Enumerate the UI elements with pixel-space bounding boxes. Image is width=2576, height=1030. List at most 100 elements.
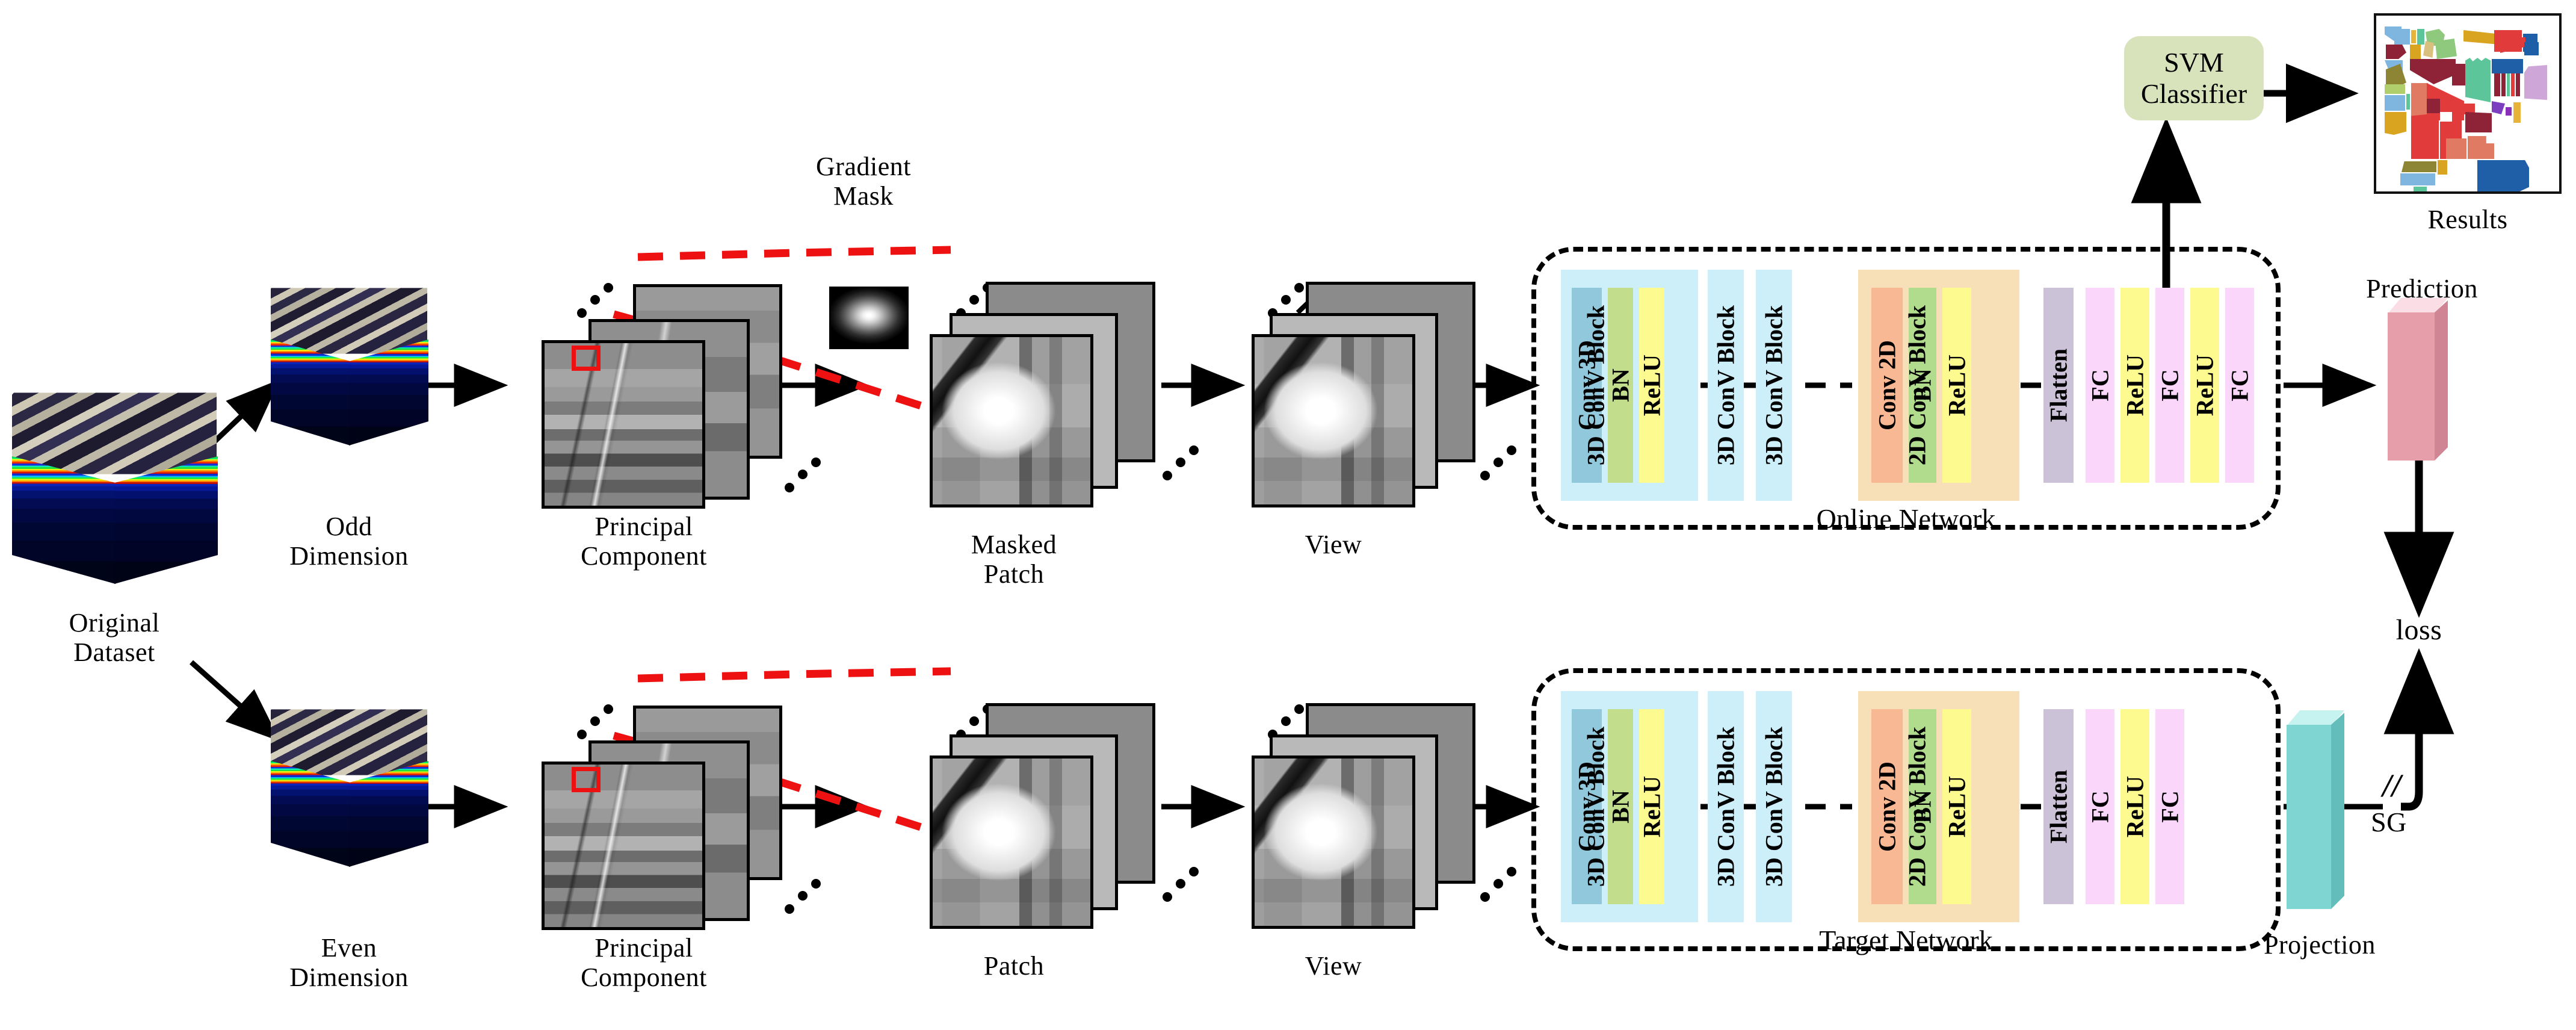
principal-component-label-top: Principal Component	[581, 512, 707, 571]
target-conv3d-block-2[interactable]: 3D ConV Block	[1708, 691, 1744, 922]
bar-label: FC	[2156, 369, 2184, 402]
projection-bar[interactable]	[2287, 710, 2344, 909]
result-region	[2452, 64, 2465, 85]
prediction-bar[interactable]	[2388, 298, 2448, 461]
masked-patch-label: Masked Patch	[971, 530, 1057, 589]
bar-relu[interactable]: ReLU	[1639, 288, 1666, 483]
result-region	[2507, 73, 2510, 96]
group-label-3d-conv-block: 3D ConV Block	[1760, 305, 1788, 465]
cube-spectral-right	[349, 340, 428, 445]
target-bar-fc-1[interactable]: FC	[2086, 709, 2114, 904]
target-conv3d-block-1[interactable]: Conv 3D BN ReLU 3D ConV Block	[1561, 691, 1698, 922]
online-conv2d-block[interactable]: Conv 2D BN ReLU 2D ConV Block	[1858, 270, 2019, 501]
ellipsis-dots-icon	[1160, 445, 1202, 482]
online-bar-relu-2[interactable]: ReLU	[2190, 288, 2219, 483]
bar-conv-2d[interactable]: Conv 2D	[1871, 288, 1903, 483]
even-dimension-label: Even Dimension	[289, 933, 409, 993]
bar-label: ReLU	[1638, 775, 1666, 838]
view-sheet-1-bottom[interactable]	[1252, 755, 1415, 929]
result-region	[2492, 59, 2523, 73]
result-region	[2516, 73, 2520, 96]
view-sheet-1-top[interactable]	[1252, 334, 1415, 507]
result-region	[2411, 30, 2416, 43]
svm-classifier-box[interactable]: SVM Classifier	[2124, 36, 2264, 120]
stop-gradient-slash-icon: //	[2382, 768, 2401, 804]
result-region	[2386, 45, 2406, 59]
online-conv3d-block-2[interactable]: 3D ConV Block	[1708, 270, 1744, 501]
bar-label: BN	[1607, 790, 1634, 824]
cube-top-rgb	[12, 392, 217, 474]
bar-label: Flatten	[2045, 348, 2072, 423]
pc-selection-box-top[interactable]	[572, 346, 601, 371]
patch-sheet-1[interactable]	[930, 755, 1093, 929]
bar-relu[interactable]: ReLU	[1942, 288, 1971, 483]
ellipsis-dots-icon	[1478, 445, 1520, 482]
even-dimension-cube	[271, 704, 427, 867]
ellipsis-dots-icon	[1478, 867, 1520, 903]
online-bar-relu-1[interactable]: ReLU	[2120, 288, 2149, 483]
result-region	[2435, 39, 2457, 59]
principal-component-sheet-1-bottom[interactable]	[542, 762, 705, 930]
bar-relu[interactable]: ReLU	[1638, 709, 1666, 904]
cube-spectral-right	[349, 761, 428, 867]
group-label-3d-conv-block: 3D ConV Block	[1760, 727, 1788, 887]
ellipsis-dots-icon	[575, 704, 617, 740]
result-region	[2501, 73, 2506, 96]
bar-label: ReLU	[2121, 775, 2149, 838]
target-bar-relu-1[interactable]: ReLU	[2120, 709, 2149, 904]
bar-label: Flatten	[2045, 769, 2072, 844]
result-region	[2385, 112, 2406, 135]
pc-selection-box-bottom[interactable]	[572, 767, 601, 792]
online-bar-flatten[interactable]: Flatten	[2043, 288, 2074, 483]
result-region	[2477, 160, 2529, 191]
online-bar-fc-1[interactable]: FC	[2086, 288, 2114, 483]
result-region	[2465, 58, 2491, 102]
result-region	[2446, 138, 2466, 159]
bar-bn[interactable]: BN	[1607, 288, 1634, 483]
odd-dimension-cube	[271, 283, 427, 445]
prediction-bar-front	[2388, 312, 2435, 461]
gradient-mask-label: Gradient Mask	[816, 152, 911, 211]
principal-component-sheet-1[interactable]	[542, 340, 705, 509]
stop-gradient-label: SG	[2371, 807, 2407, 837]
cube-spectral-left	[271, 340, 350, 445]
result-region	[2465, 112, 2492, 132]
result-region	[2423, 41, 2434, 58]
ellipsis-dots-icon	[1160, 867, 1202, 903]
online-bar-fc-3[interactable]: FC	[2225, 288, 2254, 483]
online-bar-fc-2[interactable]: FC	[2155, 288, 2184, 483]
masked-patch-sheet-1[interactable]	[930, 334, 1093, 507]
result-region	[2406, 94, 2410, 110]
target-bar-flatten[interactable]: Flatten	[2043, 709, 2074, 904]
arrow-original-to-even	[190, 660, 280, 742]
online-conv3d-block-1[interactable]: Conv 3D BN ReLU 3D ConV Block	[1561, 270, 1698, 501]
ellipsis-dots-icon	[782, 458, 824, 494]
target-conv3d-block-3[interactable]: 3D ConV Block	[1756, 691, 1792, 922]
view-label-top: View	[1305, 530, 1362, 559]
group-label-3d-conv-block: 3D ConV Block	[1712, 727, 1740, 887]
bar-label: ReLU	[2191, 354, 2219, 417]
bar-conv-2d[interactable]: Conv 2D	[1871, 709, 1903, 904]
result-region	[2440, 112, 2452, 122]
results-label: Results	[2427, 205, 2508, 234]
original-dataset-cube	[12, 385, 217, 584]
result-region	[2438, 160, 2447, 175]
group-label-3d-conv-block: 3D ConV Block	[1582, 727, 1610, 887]
bar-bn[interactable]: BN	[1607, 709, 1634, 904]
target-bar-fc-2[interactable]: FC	[2155, 709, 2184, 904]
results-map[interactable]	[2374, 13, 2562, 194]
view-label-bottom: View	[1305, 951, 1362, 981]
odd-dimension-label: Odd Dimension	[289, 512, 409, 571]
online-conv3d-block-3[interactable]: 3D ConV Block	[1756, 270, 1792, 501]
online-network-name: Online Network	[1816, 503, 1996, 534]
projection-label: Projection	[2264, 930, 2376, 960]
ellipsis-dots-icon	[575, 283, 617, 319]
bar-relu[interactable]: ReLU	[1942, 709, 1971, 904]
bar-label: ReLU	[1943, 775, 1971, 838]
target-conv2d-block[interactable]: Conv 2D BN ReLU 2D ConV Block	[1858, 691, 2019, 922]
result-region	[2524, 65, 2547, 100]
bar-label: FC	[2226, 369, 2253, 402]
bar-label: Conv 2D	[1873, 761, 1901, 852]
result-region	[2417, 29, 2424, 45]
result-region	[2385, 95, 2405, 111]
